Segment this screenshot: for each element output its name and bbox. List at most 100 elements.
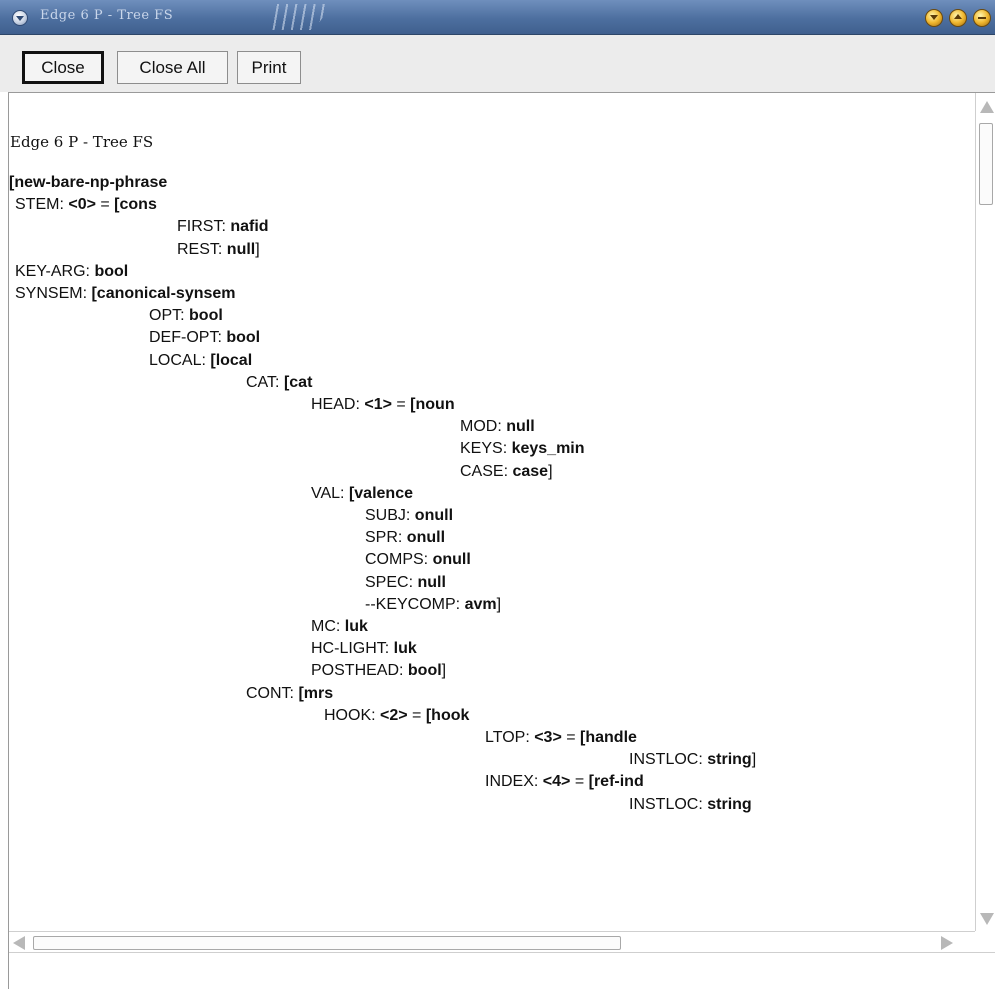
feature-line: HEAD: <1> = [noun [311,395,455,415]
feature-value: [cons [114,196,157,214]
feature-label: ] [255,240,260,258]
feature-structure-view[interactable]: Edge 6 P - Tree FS [new-bare-np-phrase ST… [9,93,975,931]
maximize-icon[interactable] [949,9,967,27]
feature-line: SPR: onull [365,528,445,548]
feature-value: bool [94,262,129,280]
feature-label: POSTHEAD: [311,662,408,680]
vertical-scroll-thumb[interactable] [979,123,993,205]
window-titlebar[interactable]: Edge 6 P - Tree FS [0,0,995,35]
feature-line: KEY-ARG: bool [15,262,128,282]
feature-value: <0> [68,196,96,214]
feature-label: = [391,396,411,413]
feature-label: SUBJ: [365,507,415,524]
toolbar: Close Close All Print [0,35,995,92]
scroll-up-icon[interactable] [980,101,994,113]
feature-label: REST: [177,240,227,258]
feature-line: DEF-OPT: bool [149,328,260,348]
feature-label: KEYS: [460,440,512,458]
feature-line: [new-bare-np-phrase [9,173,167,193]
scroll-down-icon[interactable] [980,913,994,925]
feature-value: null [506,418,535,436]
feature-line: VAL: [valence [311,484,413,504]
feature-value: [noun [410,396,455,413]
feature-label: SYNSEM: [15,285,92,302]
window-title: Edge 6 P - Tree FS [40,8,174,23]
feature-label: = [561,729,581,746]
feature-value: <2> [380,706,408,724]
feature-label: SPR: [365,529,407,547]
horizontal-scroll-thumb[interactable] [33,936,621,950]
feature-value: bool [407,662,442,680]
feature-label: DEF-OPT: [149,329,227,347]
close-window-icon[interactable] [973,9,991,27]
feature-line: MC: luk [311,617,368,637]
feature-line: HC-LIGHT: luk [311,639,417,659]
feature-value: null [226,240,256,258]
feature-label: HC-LIGHT: [311,640,394,658]
horizontal-scrollbar[interactable] [9,931,975,953]
feature-line: SPEC: null [365,573,446,593]
feature-label: CAT: [246,373,284,391]
feature-label: --KEYCOMP: [365,595,465,613]
close-button[interactable]: Close [22,51,104,84]
feature-line: POSTHEAD: bool] [311,661,446,681]
scroll-right-icon[interactable] [941,936,953,950]
feature-value: onull [406,529,446,547]
feature-label: ] [751,751,757,769]
feature-value: [mrs [298,684,334,702]
feature-value: string [707,795,752,813]
feature-value: avm [464,595,497,613]
feature-line: FIRST: nafid [177,217,269,237]
feature-value: [handle [580,729,637,746]
feature-label: LTOP: [485,729,535,746]
scroll-left-icon[interactable] [13,936,25,950]
close-all-button[interactable]: Close All [117,51,228,84]
feature-label: CONT: [246,684,299,702]
feature-label: LOCAL: [149,351,211,369]
vertical-scrollbar[interactable] [975,93,995,931]
feature-line: LOCAL: [local [149,351,252,371]
minimize-icon[interactable] [925,9,943,27]
feature-line: INSTLOC: string [629,795,752,815]
feature-label: = [570,773,589,791]
feature-line: COMPS: onull [365,550,471,570]
feature-value: bool [226,329,261,347]
feature-label: INSTLOC: [629,751,708,769]
feature-value: onull [414,507,454,524]
feature-value: <4> [542,773,571,791]
feature-value: null [417,573,446,591]
feature-value: string [707,751,752,769]
feature-line: SUBJ: onull [365,506,453,526]
feature-value: [local [210,351,253,369]
feature-value: luk [344,618,368,635]
feature-label: HOOK: [324,706,381,724]
feature-value: nafid [230,218,269,236]
feature-value: [canonical-synsem [91,285,236,302]
feature-label: ] [441,662,447,680]
status-bar [9,952,995,990]
feature-line: INSTLOC: string] [629,750,756,770]
feature-line: CAT: [cat [246,373,312,393]
feature-line: STEM: <0> = [cons [15,195,157,215]
feature-value: [valence [348,484,413,502]
feature-value: [ref-ind [588,773,644,791]
feature-label: INSTLOC: [629,795,708,813]
feature-label: = [95,196,115,214]
feature-label: = [407,706,426,724]
feature-line: MOD: null [460,417,535,437]
feature-value: case [512,462,549,480]
feature-label: MOD: [460,418,507,436]
feature-value: keys_min [511,440,585,458]
feature-label: VAL: [311,484,349,502]
window-menu-icon[interactable] [12,10,28,26]
document-title: Edge 6 P - Tree FS [10,133,154,151]
feature-value: [hook [425,706,470,724]
feature-label: ] [496,595,502,613]
print-button[interactable]: Print [237,51,301,84]
feature-value: onull [432,551,471,569]
feature-line: OPT: bool [149,306,223,326]
feature-line: CONT: [mrs [246,684,333,704]
feature-line: SYNSEM: [canonical-synsem [15,284,236,304]
feature-line: HOOK: <2> = [hook [324,706,469,726]
feature-line: LTOP: <3> = [handle [485,728,637,748]
